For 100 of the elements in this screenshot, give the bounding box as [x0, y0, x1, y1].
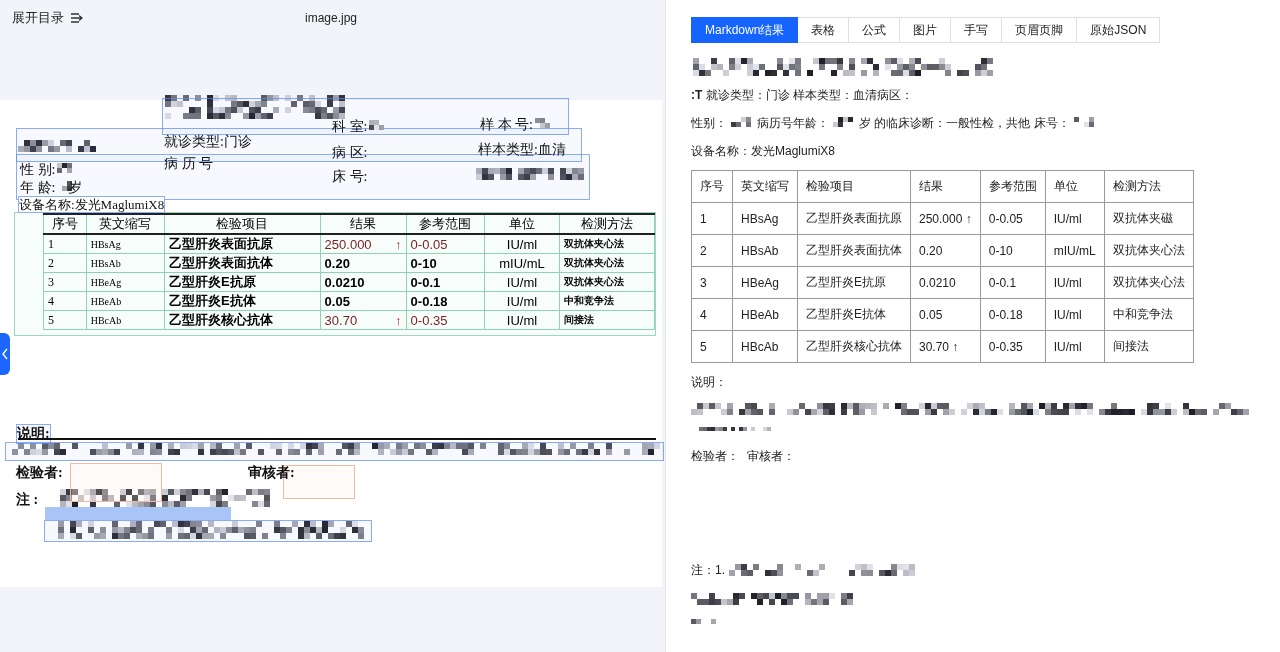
table-cell: 250.000 ↑: [910, 202, 981, 235]
column-header: 序号: [43, 214, 87, 234]
table-cell: HBeAg: [732, 266, 798, 299]
table-cell: 0.0210: [320, 272, 407, 292]
table-cell: 0.20: [910, 234, 981, 267]
table-cell: 3: [691, 266, 733, 299]
pixelated-text-drawing: [731, 117, 753, 129]
column-header: 参考范围: [406, 214, 485, 234]
form-label: 病 历 号: [164, 155, 213, 173]
table-cell: HBeAb: [732, 298, 798, 331]
table-cell: 0-0.05: [980, 202, 1046, 235]
table-cell: 0-0.35: [980, 330, 1046, 363]
table-cell: 间接法: [1104, 330, 1194, 363]
column-header: 检测方法: [1104, 170, 1194, 203]
table-cell: 30.70 ↑: [910, 330, 981, 363]
table-cell: 乙型肝炎表面抗原: [797, 202, 911, 235]
table-cell: HBcAb: [732, 330, 798, 363]
column-header: 序号: [691, 170, 733, 203]
table-cell: HBsAg: [732, 202, 798, 235]
table-cell: 乙型肝炎表面抗原: [164, 234, 321, 254]
table-cell: 间接法: [559, 310, 655, 330]
tab[interactable]: 公式: [849, 17, 901, 43]
table-cell: 5: [691, 330, 733, 363]
table-cell: 2: [691, 234, 733, 267]
tab[interactable]: 图片: [900, 17, 952, 43]
form-label: 年 龄:: [20, 179, 56, 197]
form-label: 就诊类型:门诊: [164, 133, 252, 151]
table-cell: HBsAb: [86, 253, 165, 273]
result-text: 说明：: [691, 373, 727, 391]
collapse-button[interactable]: [0, 333, 10, 375]
pixelated-text-drawing: [691, 619, 719, 627]
table-cell: 2: [43, 253, 87, 273]
tab[interactable]: 手写: [951, 17, 1003, 43]
table-cell: 0-0.1: [980, 266, 1046, 299]
table-cell: 0-0.1: [406, 272, 485, 292]
table-cell: 中和竞争法: [559, 291, 655, 311]
table-cell: 4: [43, 291, 87, 311]
table-cell: 3: [43, 272, 87, 292]
table-cell: 乙型肝炎表面抗体: [164, 253, 321, 273]
table-cell: 0-10: [406, 253, 485, 273]
form-label: 注 :: [16, 491, 39, 509]
form-label: 性 别:: [20, 161, 56, 179]
file-name: image.jpg: [305, 11, 358, 25]
form-label: 样 本 号:: [480, 116, 533, 134]
table-cell: mIU/mL: [1045, 234, 1105, 267]
tab[interactable]: Markdown结果: [691, 17, 799, 43]
table-cell: 乙型肝炎核心抗体: [797, 330, 911, 363]
table-cell: 250.000 ↑: [320, 234, 407, 254]
column-header: 检验项目: [164, 214, 321, 234]
table-cell: mIU/mL: [484, 253, 560, 273]
table-cell: IU/ml: [1045, 330, 1105, 363]
table-cell: 0.20: [320, 253, 407, 273]
result-text: 检验者：: [691, 447, 739, 465]
table-cell: 0-0.05: [406, 234, 485, 254]
table-cell: 乙型肝炎E抗体: [164, 291, 321, 311]
table-cell: 双抗体夹心法: [1104, 266, 1194, 299]
table-cell: 0.05: [320, 291, 407, 311]
column-header: 参考范围: [980, 170, 1046, 203]
tab[interactable]: 页眉页脚: [1002, 17, 1078, 43]
table-cell: IU/ml: [1045, 266, 1105, 299]
table-cell: 双抗体夹心法: [559, 253, 655, 273]
table-cell: 中和竞争法: [1104, 298, 1194, 331]
table-cell: 乙型肝炎表面抗体: [797, 234, 911, 267]
device-name: 设备名称:发光MaglumiX8: [18, 196, 166, 213]
table-cell: 乙型肝炎E抗体: [797, 298, 911, 331]
column-header: 检测方法: [559, 214, 655, 234]
table-cell: 0-0.18: [980, 298, 1046, 331]
table-cell: IU/ml: [484, 234, 560, 254]
result-text: 岁 的临床诊断：一般性检，共他 床号：: [859, 114, 1070, 132]
table-cell: HBsAb: [732, 234, 798, 267]
table-cell: 4: [691, 298, 733, 331]
table-cell: HBeAg: [86, 272, 165, 292]
table-cell: 乙型肝炎E抗原: [164, 272, 321, 292]
column-header: 结果: [910, 170, 981, 203]
tab[interactable]: 原始JSON: [1077, 17, 1161, 43]
column-header: 英文缩写: [732, 170, 798, 203]
table-cell: HBsAg: [86, 234, 165, 254]
form-label: 岁: [68, 179, 82, 197]
form-label: 病 区:: [332, 144, 368, 162]
form-label: 检验者:: [16, 464, 63, 482]
table-cell: 1: [43, 234, 87, 254]
table-cell: 双抗体夹心法: [1104, 234, 1194, 267]
table-cell: IU/ml: [1045, 202, 1105, 235]
column-header: 检验项目: [797, 170, 911, 203]
table-cell: IU/ml: [484, 310, 560, 330]
table-cell: 双抗体夹磁: [1104, 202, 1194, 235]
tab[interactable]: 表格: [798, 17, 850, 43]
result-text: 性别：: [691, 114, 727, 132]
form-label: 床 号:: [332, 168, 368, 186]
table-cell: 30.70 ↑: [320, 310, 407, 330]
table-cell: 0.05: [910, 298, 981, 331]
form-label: 科 室:: [332, 118, 368, 136]
expand-list-icon: [70, 13, 83, 23]
table-cell: 0-10: [980, 234, 1046, 267]
table-cell: 5: [43, 310, 87, 330]
column-header: 结果: [320, 214, 407, 234]
toc-toggle-button[interactable]: 展开目录: [12, 9, 83, 27]
table-cell: IU/ml: [1045, 298, 1105, 331]
table-cell: 乙型肝炎核心抗体: [164, 310, 321, 330]
table-cell: HBeAb: [86, 291, 165, 311]
